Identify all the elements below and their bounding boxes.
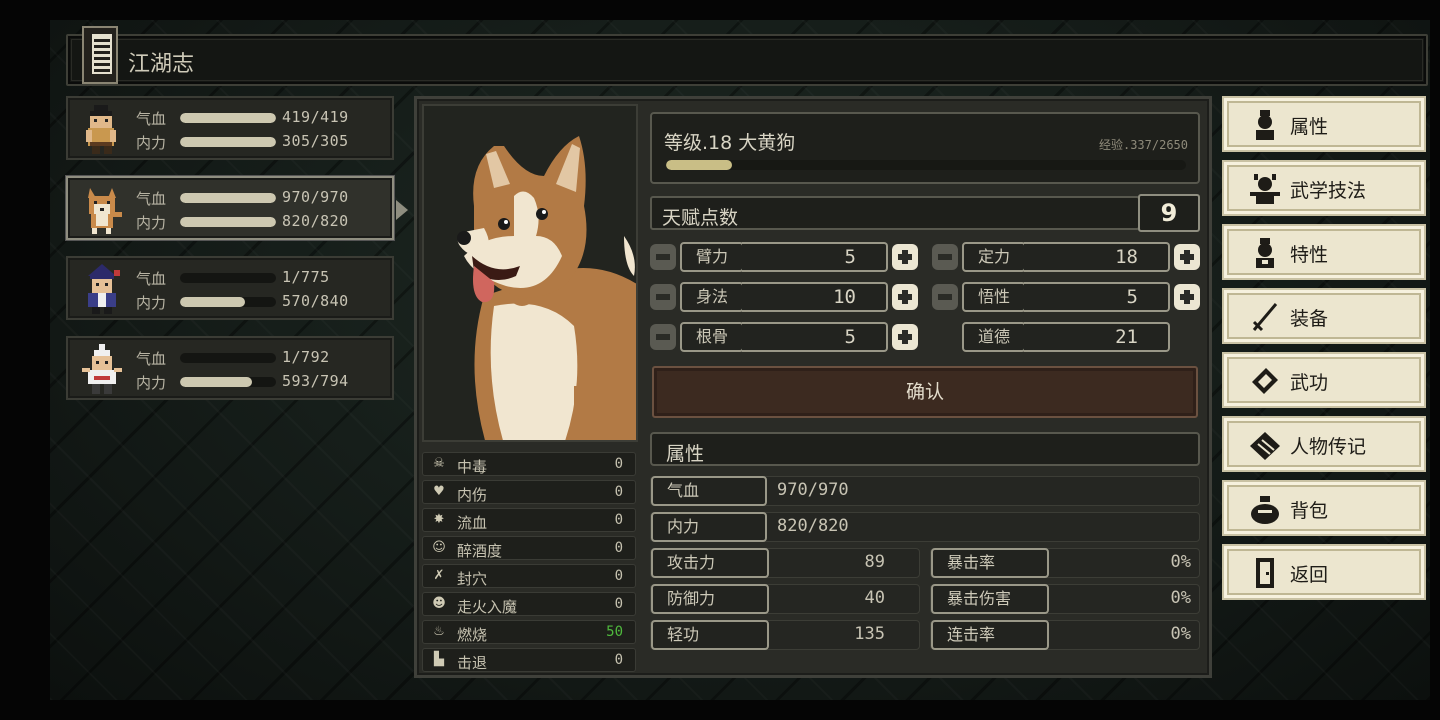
title-bar [66, 34, 1428, 86]
trait-figure-icon [1256, 238, 1274, 268]
demon-mask-icon: ☻ [432, 596, 446, 611]
stat-combo-row: 连击率 0% [930, 620, 1200, 650]
attr-agility: 身法 10 [680, 282, 888, 312]
level-panel: 等级.18 大黄狗 经验.337/2650 [650, 112, 1200, 184]
mp-row: 内力 820/820 [136, 212, 349, 232]
focus-minus-button[interactable] [932, 244, 958, 270]
stat-crit-damage-row: 暴击伤害 0% [930, 584, 1200, 614]
constitution-minus-button[interactable] [650, 324, 676, 350]
hp-bar [180, 353, 276, 363]
strength-plus-button[interactable] [892, 244, 918, 270]
confirm-button[interactable]: 确认 [652, 366, 1198, 418]
bag-icon [1251, 496, 1279, 524]
attr-insight: 悟性 5 [962, 282, 1170, 312]
attributes-header: 属性 [650, 432, 1200, 466]
scroll-book-icon [82, 26, 118, 84]
party-portrait-1 [86, 105, 116, 154]
mp-bar [180, 377, 276, 387]
party-member-card-3[interactable]: 气血 1/775 内力 570/840 [66, 256, 394, 320]
menu-traits-button[interactable]: 特性 [1222, 224, 1426, 280]
mp-row: 内力 305/305 [136, 132, 349, 152]
menu-kungfu-button[interactable]: 武功 [1222, 352, 1426, 408]
mp-row: 内力 593/794 [136, 372, 349, 392]
drunk-face-icon: ☺ [432, 540, 446, 555]
boot-icon: ▙ [434, 652, 444, 667]
party-member-card-1[interactable]: 气血 419/419 内力 305/305 [66, 96, 394, 160]
status-row-qi-deviation: ☻ 走火入魔 0 [422, 592, 636, 616]
skull-icon: ☠ [433, 456, 445, 471]
status-row-bleed: ✸ 流血 0 [422, 508, 636, 532]
status-row-burning: ♨ 燃烧 50 [422, 620, 636, 644]
stat-crit-rate-row: 暴击率 0% [930, 548, 1200, 578]
dog-portrait-image [424, 106, 636, 440]
character-portrait [422, 104, 638, 442]
hp-row: 气血 1/775 [136, 268, 330, 288]
exp-bar [666, 160, 1186, 170]
party-member-card-2[interactable]: 气血 970/970 内力 820/820 [66, 176, 408, 240]
mp-row: 内力 570/840 [136, 292, 349, 312]
stat-hp-row: 气血 970/970 [650, 476, 1200, 506]
stat-attack-row: 攻击力 89 [650, 548, 920, 578]
mp-bar [180, 137, 276, 147]
level-name-text: 等级.18 大黄狗 [664, 132, 796, 154]
hp-bar [180, 113, 276, 123]
attr-morality: 道德 21 [962, 322, 1170, 352]
talent-points-value: 9 [1138, 194, 1200, 232]
acupoint-icon: ✗ [433, 568, 445, 583]
stat-qinggong-row: 轻功 135 [650, 620, 920, 650]
scroll-book-icon [1250, 432, 1280, 460]
constitution-plus-button[interactable] [892, 324, 918, 350]
attr-focus: 定力 18 [962, 242, 1170, 272]
status-row-poison: ☠ 中毒 0 [422, 452, 636, 476]
status-row-knockback: ▙ 击退 0 [422, 648, 636, 672]
stat-defense-row: 防御力 40 [650, 584, 920, 614]
attr-constitution: 根骨 5 [680, 322, 888, 352]
status-row-internal-injury: ♥ 内伤 0 [422, 480, 636, 504]
broken-heart-icon: ♥ [433, 484, 445, 499]
manual-book-icon [1252, 368, 1278, 394]
hp-row: 气血 1/792 [136, 348, 330, 368]
hp-row: 气血 419/419 [136, 108, 349, 128]
stat-mp-row: 内力 820/820 [650, 512, 1200, 542]
hp-bar [180, 273, 276, 283]
insight-minus-button[interactable] [932, 284, 958, 310]
insight-plus-button[interactable] [1174, 284, 1200, 310]
hp-bar [180, 193, 276, 203]
menu-martial-skills-button[interactable]: 武学技法 [1222, 160, 1426, 216]
menu-equipment-button[interactable]: 装备 [1222, 288, 1426, 344]
focus-plus-button[interactable] [1174, 244, 1200, 270]
attr-strength: 臂力 5 [680, 242, 888, 272]
window-title: 江湖志 [128, 52, 195, 77]
status-row-drunk: ☺ 醉酒度 0 [422, 536, 636, 560]
party-member-card-4[interactable]: 气血 1/792 内力 593/794 [66, 336, 394, 400]
hp-row: 气血 970/970 [136, 188, 349, 208]
exp-text: 经验.337/2650 [1098, 138, 1188, 152]
character-icon [1256, 110, 1274, 140]
agility-minus-button[interactable] [650, 284, 676, 310]
mp-bar [180, 217, 276, 227]
menu-attributes-button[interactable]: 属性 [1222, 96, 1426, 152]
menu-biography-button[interactable]: 人物传记 [1222, 416, 1426, 472]
talent-points-label: 天赋点数 [650, 196, 1140, 230]
selected-arrow-icon [396, 200, 408, 220]
mp-bar [180, 297, 276, 307]
flame-icon: ♨ [433, 624, 445, 639]
menu-inventory-button[interactable]: 背包 [1222, 480, 1426, 536]
party-portrait-4 [82, 344, 122, 394]
menu-back-button[interactable]: 返回 [1222, 544, 1426, 600]
door-icon [1256, 558, 1274, 588]
party-portrait-2 [88, 188, 122, 234]
agility-plus-button[interactable] [892, 284, 918, 310]
blood-splat-icon: ✸ [433, 512, 445, 527]
status-row-sealed-points: ✗ 封穴 0 [422, 564, 636, 588]
martial-figure-icon [1250, 174, 1280, 204]
party-portrait-3 [88, 264, 120, 314]
status-effects-list: ☠ 中毒 0 ♥ 内伤 0 ✸ 流血 0 ☺ 醉酒度 0 ✗ 封穴 0 ☻ 走火… [422, 452, 636, 676]
strength-minus-button[interactable] [650, 244, 676, 270]
sword-icon [1252, 303, 1278, 332]
